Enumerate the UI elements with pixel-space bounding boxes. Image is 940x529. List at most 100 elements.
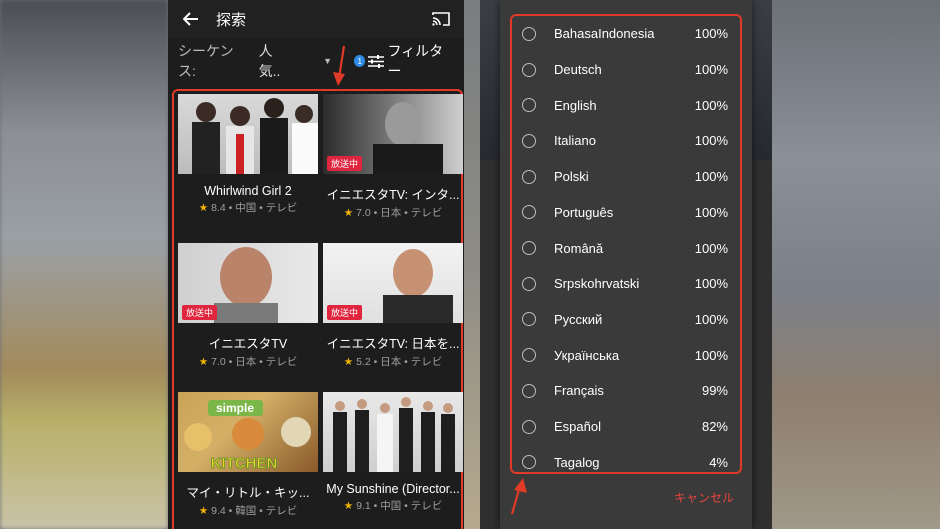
show-card[interactable]: simple KITCHEN マイ・リトル・キッ... ★ 9.4 • 韓国 •… <box>178 392 318 518</box>
language-option[interactable]: Português 100% <box>512 195 740 231</box>
star-icon: ★ <box>198 356 209 368</box>
radio-button-icon[interactable] <box>522 383 536 398</box>
show-meta: ★ 8.4 • 中国 • テレビ <box>198 202 298 214</box>
show-rating: 9.4 <box>211 505 226 517</box>
live-badge: 放送中 <box>182 305 218 320</box>
live-badge: 放送中 <box>327 156 363 171</box>
language-name: Português <box>554 204 614 220</box>
radio-button-icon[interactable] <box>522 26 536 41</box>
language-name: Українська <box>554 347 620 363</box>
radio-button-icon[interactable] <box>522 312 536 327</box>
show-country: 日本 <box>235 356 257 368</box>
show-country: 日本 <box>380 207 402 219</box>
language-name: English <box>554 97 597 113</box>
star-icon: ★ <box>343 356 354 368</box>
blurred-background-right <box>772 0 940 529</box>
language-dialog: BahasaIndonesia 100% Deutsch 100% English 100… <box>500 0 752 529</box>
show-thumbnail <box>323 392 463 472</box>
language-option[interactable]: Srpskohrvatski 100% <box>512 266 740 302</box>
show-thumbnail <box>178 94 318 174</box>
annotation-arrow-icon <box>333 45 346 86</box>
language-name: Italiano <box>554 133 596 149</box>
radio-button-icon[interactable] <box>522 62 536 77</box>
language-name: BahasaIndonesia <box>554 26 655 42</box>
annotation-arrow-icon <box>510 478 527 515</box>
radio-button-icon[interactable] <box>522 276 536 291</box>
language-option[interactable]: Русский 100% <box>512 302 740 338</box>
show-title: マイ・リトル・キッ... <box>186 486 310 500</box>
show-country: 日本 <box>380 356 402 368</box>
filter-label: フィルター <box>387 43 444 79</box>
show-title: イニエスタTV: インタ... <box>326 188 460 202</box>
explore-screen: 探索 シーケンス: 人気.. ▼ 1 フィルター Whirlwind Girl … <box>168 0 464 529</box>
language-percent: 100% <box>694 169 728 185</box>
language-option[interactable]: Deutsch 100% <box>512 52 740 88</box>
show-meta: ★ 9.1 • 中国 • テレビ <box>343 500 443 512</box>
show-type: テレビ <box>410 500 443 512</box>
radio-button-icon[interactable] <box>522 133 536 148</box>
language-option[interactable]: English 100% <box>512 87 740 123</box>
show-country: 中国 <box>380 500 402 512</box>
show-meta: ★ 9.4 • 韓国 • テレビ <box>198 505 298 517</box>
show-title: イニエスタTV: 日本を... <box>326 337 460 351</box>
language-percent: 100% <box>694 240 728 256</box>
language-percent: 100% <box>694 26 728 42</box>
language-option[interactable]: Español 82% <box>512 409 740 445</box>
app-bar: 探索 <box>168 0 464 38</box>
language-option[interactable]: Română 100% <box>512 230 740 266</box>
show-card[interactable]: Whirlwind Girl 2 ★ 8.4 • 中国 • テレビ <box>178 94 318 215</box>
radio-button-icon[interactable] <box>522 98 536 113</box>
show-meta: ★ 7.0 • 日本 • テレビ <box>343 207 443 219</box>
radio-button-icon[interactable] <box>522 455 536 470</box>
language-percent: 82% <box>701 419 728 435</box>
language-name: Polski <box>554 169 589 185</box>
language-option[interactable]: Tagalog 4% <box>512 444 740 480</box>
show-type: テレビ <box>265 202 298 214</box>
language-option[interactable]: Українська 100% <box>512 337 740 373</box>
show-card[interactable]: 放送中 イニエスタTV: インタ... ★ 7.0 • 日本 • テレビ <box>323 94 463 220</box>
language-name: Română <box>554 240 604 256</box>
tune-icon <box>368 54 385 68</box>
radio-button-icon[interactable] <box>522 348 536 363</box>
show-type: テレビ <box>265 356 298 368</box>
language-option[interactable]: Italiano 100% <box>512 123 740 159</box>
language-percent: 100% <box>694 347 728 363</box>
show-card[interactable]: My Sunshine (Director... ★ 9.1 • 中国 • テレ… <box>323 392 463 513</box>
show-card[interactable]: 放送中 イニエスタTV: 日本を... ★ 5.2 • 日本 • テレビ <box>323 243 463 369</box>
radio-button-icon[interactable] <box>522 241 536 256</box>
language-option[interactable]: BahasaIndonesia 100% <box>512 16 740 52</box>
radio-button-icon[interactable] <box>522 419 536 434</box>
language-name: Srpskohrvatski <box>554 276 640 292</box>
language-percent: 100% <box>694 97 728 113</box>
highlighted-language-list: BahasaIndonesia 100% Deutsch 100% English 100… <box>510 14 742 474</box>
thumbnail-art-text: simple <box>216 401 254 415</box>
page-title: 探索 <box>216 11 247 29</box>
back-arrow-icon[interactable] <box>180 8 202 30</box>
language-percent: 100% <box>694 204 728 220</box>
show-country: 韓国 <box>235 505 257 517</box>
cancel-button[interactable]: キャンセル <box>674 489 734 506</box>
show-type: テレビ <box>410 356 443 368</box>
show-thumbnail: 放送中 <box>323 94 463 174</box>
language-name: Русский <box>554 311 603 327</box>
language-percent: 99% <box>701 383 728 399</box>
radio-button-icon[interactable] <box>522 169 536 184</box>
filter-button[interactable]: 1 フィルター <box>354 41 454 81</box>
cast-icon[interactable] <box>430 8 452 30</box>
language-option[interactable]: Français 99% <box>512 373 740 409</box>
show-title: イニエスタTV <box>208 337 288 351</box>
language-percent: 100% <box>694 276 728 292</box>
show-rating: 7.0 <box>356 207 371 219</box>
star-icon: ★ <box>343 207 354 219</box>
show-thumbnail: simple KITCHEN <box>178 392 318 472</box>
language-percent: 100% <box>694 311 728 327</box>
star-icon: ★ <box>343 500 354 512</box>
show-thumbnail: 放送中 <box>178 243 318 323</box>
sequence-dropdown[interactable]: 人気.. <box>259 41 294 81</box>
show-card[interactable]: 放送中 イニエスタTV ★ 7.0 • 日本 • テレビ <box>178 243 318 369</box>
language-option[interactable]: Polski 100% <box>512 159 740 195</box>
language-percent: 4% <box>709 454 728 470</box>
live-badge: 放送中 <box>327 305 363 320</box>
radio-button-icon[interactable] <box>522 205 536 220</box>
show-rating: 5.2 <box>356 356 371 368</box>
